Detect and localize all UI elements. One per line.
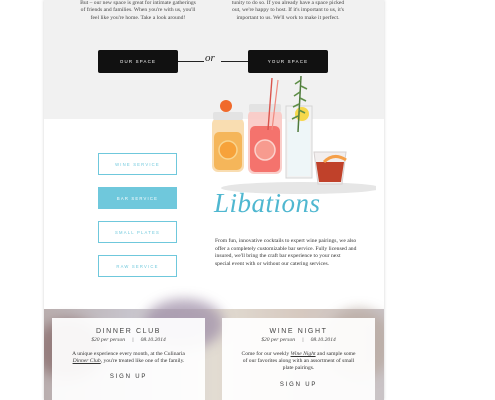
event-title: DINNER CLUB	[95, 328, 162, 335]
libations-heading: Libations	[214, 188, 321, 218]
or-separator: or	[205, 52, 215, 64]
event-title: WINE NIGHT	[269, 328, 328, 335]
dinner-club-card: DINNER CLUB $20 per person | 08.10.2014 A …	[52, 318, 205, 400]
event-description: Come for our weekly Wine Night and sampl…	[241, 351, 356, 372]
pink-jar-icon	[248, 77, 282, 174]
your-space-text: tunity to do so. If you already have a s…	[231, 0, 345, 21]
meta-separator: |	[132, 337, 134, 343]
small-plates-button[interactable]: SMALL PLATES	[98, 221, 177, 243]
wine-service-button[interactable]: WINE SERVICE	[98, 153, 177, 175]
wine-night-link[interactable]: Wine Night	[291, 351, 316, 357]
bar-service-button[interactable]: BAR SERVICE	[98, 187, 177, 209]
raw-service-button[interactable]: RAW SERVICE	[98, 255, 177, 277]
red-tumbler-icon	[313, 151, 347, 185]
sign-up-button[interactable]: SIGN UP	[52, 374, 205, 380]
sign-up-button[interactable]: SIGN UP	[222, 382, 375, 388]
event-meta: $20 per person | 08.10.2014	[222, 337, 375, 343]
our-space-button[interactable]: OUR SPACE	[98, 50, 178, 73]
cocktails-illustration	[212, 75, 376, 194]
libations-description: From fun, innovative cocktails to expert…	[215, 238, 357, 267]
wine-night-card: WINE NIGHT $20 per person | 08.10.2014 Com…	[222, 318, 375, 400]
divider-line	[221, 61, 248, 62]
orange-jar-icon	[212, 100, 244, 172]
event-price: $20 per person	[261, 337, 296, 343]
event-description: A unique experience every month, at the …	[72, 351, 185, 365]
our-space-text: But – our new space is great for intimat…	[80, 0, 196, 21]
rosemary-glass-icon	[285, 75, 313, 179]
page-canvas: But – our new space is great for intimat…	[44, 0, 384, 400]
event-price: $20 per person	[91, 337, 126, 343]
divider-line	[178, 61, 204, 62]
meta-separator: |	[302, 337, 304, 343]
event-date: 08.10.2014	[310, 337, 336, 343]
events-section: DINNER CLUB $20 per person | 08.10.2014 A …	[44, 299, 384, 400]
dinner-club-link[interactable]: Dinner Club	[73, 358, 101, 364]
event-date: 08.10.2014	[140, 337, 166, 343]
event-meta: $20 per person | 08.10.2014	[52, 337, 205, 343]
